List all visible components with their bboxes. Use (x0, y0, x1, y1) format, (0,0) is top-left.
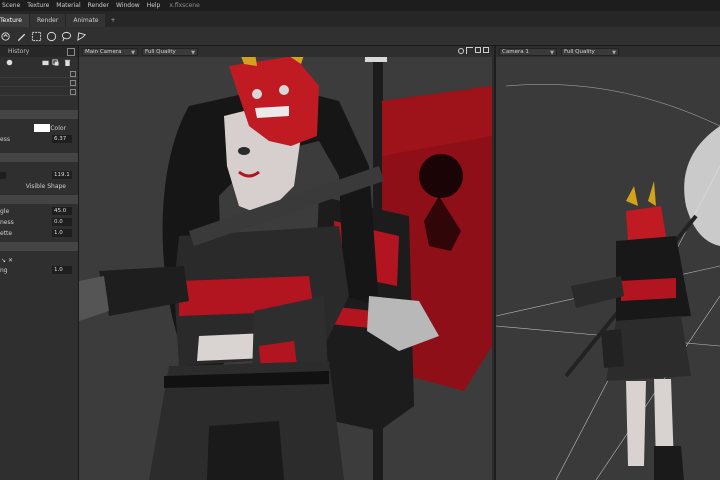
color-swatch[interactable] (34, 124, 50, 132)
visibility-toggle[interactable] (70, 80, 76, 86)
value-row: 119.1 (0, 170, 78, 181)
camera-select[interactable]: Main Camera ▼ (82, 47, 138, 56)
tab-animate[interactable]: Animate (66, 14, 106, 27)
scene-overview-render (496, 84, 720, 480)
circle-select-icon[interactable] (45, 30, 57, 42)
section-header[interactable] (0, 153, 78, 162)
menu-scene[interactable]: Scene (2, 2, 20, 9)
menu-render[interactable]: Render (88, 2, 109, 9)
sphere-icon[interactable] (6, 59, 13, 66)
polygon-lasso-icon[interactable] (75, 30, 87, 42)
ess-row: ess 6.37 (0, 134, 78, 145)
ng-row: ng 1.0 (0, 265, 78, 276)
add-tab-button[interactable]: + (106, 14, 119, 27)
section-header[interactable] (0, 195, 78, 204)
gear-icon[interactable] (458, 48, 464, 54)
ng-value-field[interactable]: 1.0 (52, 266, 72, 274)
ette-value-field[interactable]: 1.0 (52, 229, 72, 237)
properties-panel: History Color ess 6.37 119.1 Visible Sha… (0, 46, 79, 480)
main-viewport[interactable]: Main Camera ▼ Full Quality ▼ (79, 46, 492, 480)
gle-label: gle (0, 208, 10, 215)
ness-label: ness (0, 219, 14, 226)
visibility-toggle[interactable] (70, 71, 76, 77)
menu-help[interactable]: Help (147, 2, 161, 9)
quality-select[interactable]: Full Quality ▼ (561, 47, 619, 56)
color-row: Color (0, 123, 78, 134)
slider-track[interactable] (0, 172, 6, 179)
workspace-tabs: Texture Render Animate + (0, 11, 720, 27)
folder-icon[interactable] (42, 59, 49, 66)
list-item[interactable] (0, 78, 78, 87)
viewport-header: Camera 1 ▼ Full Quality ▼ (496, 46, 720, 57)
visible-shape-label[interactable]: Visible Shape (26, 183, 66, 190)
camera-select[interactable]: Camera 1 ▼ (499, 47, 557, 56)
tool-bar (0, 27, 720, 46)
tab-history[interactable]: History (8, 48, 29, 55)
arrow-icon[interactable]: ↘ (1, 257, 6, 264)
section-header[interactable] (0, 110, 78, 119)
visible-shape-row: Visible Shape (0, 181, 78, 192)
panel-header: History (0, 46, 78, 57)
gle-value-field[interactable]: 45.0 (52, 207, 72, 215)
close-icon[interactable]: ✕ (8, 257, 13, 264)
viewport-header: Main Camera ▼ Full Quality ▼ (79, 46, 492, 57)
move-icon[interactable] (466, 47, 473, 54)
tab-render[interactable]: Render (29, 14, 66, 27)
pen-icon[interactable] (15, 30, 27, 42)
icon-row: ↘ ✕ (0, 257, 78, 265)
ness-value-field[interactable]: 0.0 (52, 218, 72, 226)
ess-value-field[interactable]: 6.37 (52, 135, 72, 143)
gle-row: gle 45.0 (0, 206, 78, 217)
menu-texture[interactable]: Texture (27, 2, 49, 9)
lasso-icon[interactable] (60, 30, 72, 42)
ess-label: ess (0, 136, 10, 143)
list-item[interactable] (0, 69, 78, 78)
copy-icon[interactable] (52, 59, 59, 66)
menu-material[interactable]: Material (56, 2, 80, 9)
panel-icon-row (0, 57, 78, 69)
character-render (79, 46, 492, 480)
popout-icon[interactable] (67, 48, 75, 56)
popout-icon[interactable] (483, 47, 489, 53)
ette-label: ette (0, 230, 13, 237)
maximize-icon[interactable] (475, 47, 481, 53)
color-label: Color (50, 125, 66, 132)
section-header[interactable] (0, 242, 78, 251)
value-field[interactable]: 119.1 (52, 171, 72, 179)
viewport-controls (458, 47, 489, 54)
list-item[interactable] (0, 87, 78, 96)
visibility-toggle[interactable] (70, 89, 76, 95)
ng-label: ng (0, 267, 8, 274)
secondary-viewport[interactable]: Camera 1 ▼ Full Quality ▼ (494, 46, 720, 480)
paint-icon[interactable] (0, 30, 12, 42)
document-title: x.flxscene (169, 2, 200, 9)
menu-window[interactable]: Window (116, 2, 140, 9)
rect-select-icon[interactable] (30, 30, 42, 42)
trash-icon[interactable] (64, 59, 71, 66)
ette-row: ette 1.0 (0, 228, 78, 239)
quality-select[interactable]: Full Quality ▼ (142, 47, 198, 56)
tab-texture[interactable]: Texture (0, 14, 29, 27)
ness-row: ness 0.0 (0, 217, 78, 228)
menu-bar: Scene Texture Material Render Window Hel… (0, 0, 720, 11)
